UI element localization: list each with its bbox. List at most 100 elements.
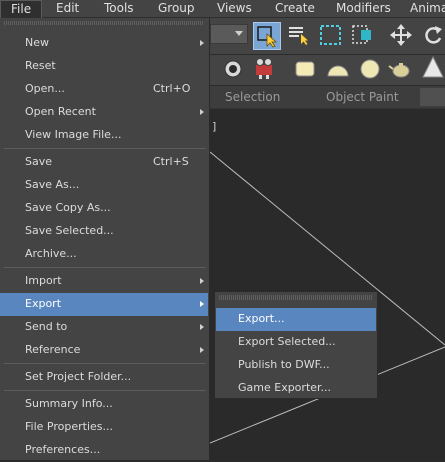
submenu-item-export[interactable]: Export... bbox=[216, 308, 376, 331]
shortcut-label: Ctrl+S bbox=[153, 155, 189, 168]
menu-tearoff-grip[interactable] bbox=[4, 21, 204, 25]
rectangular-selection-button[interactable] bbox=[318, 22, 346, 50]
menu-item-label: Archive... bbox=[25, 247, 77, 260]
material-slot-4[interactable] bbox=[388, 57, 414, 81]
material-slot-1[interactable] bbox=[292, 57, 318, 81]
menu-item-summary-info[interactable]: Summary Info... bbox=[0, 393, 208, 416]
menu-item-label: Save Selected... bbox=[25, 224, 114, 237]
menu-tools[interactable]: Tools bbox=[104, 0, 134, 17]
menu-item-view-image-file[interactable]: View Image File... bbox=[0, 124, 208, 147]
menu-item-label: Save Copy As... bbox=[25, 201, 111, 214]
ribbon-tab-bar: Selection Object Paint bbox=[210, 86, 445, 109]
menu-item-preferences[interactable]: Preferences... bbox=[0, 439, 208, 462]
menu-animation[interactable]: Animat bbox=[410, 0, 445, 17]
menu-item-label: Import bbox=[25, 274, 62, 287]
submenu-item-game-exporter[interactable]: Game Exporter... bbox=[216, 377, 376, 400]
submenu-item-label: Export Selected... bbox=[238, 335, 336, 348]
menu-separator bbox=[4, 390, 206, 391]
submenu-item-export-selected[interactable]: Export Selected... bbox=[216, 331, 376, 354]
menu-item-save-copy-as[interactable]: Save Copy As... bbox=[0, 197, 208, 220]
chevron-right-icon bbox=[200, 301, 204, 307]
menu-item-save-selected[interactable]: Save Selected... bbox=[0, 220, 208, 243]
cone-icon bbox=[422, 55, 444, 78]
menu-item-label: Save bbox=[25, 155, 53, 168]
submenu-item-label: Game Exporter... bbox=[238, 381, 332, 394]
export-submenu: Export... Export Selected... Publish to … bbox=[214, 291, 378, 399]
menu-item-save-as[interactable]: Save As... bbox=[0, 174, 208, 197]
window-crossing-button[interactable] bbox=[350, 22, 378, 50]
select-object-button[interactable] bbox=[253, 22, 281, 50]
menu-item-label: Open Recent bbox=[25, 105, 96, 118]
menu-item-reference[interactable]: Reference bbox=[0, 339, 208, 362]
menu-item-file-properties[interactable]: File Properties... bbox=[0, 416, 208, 439]
viewport[interactable] bbox=[210, 110, 445, 460]
move-button[interactable] bbox=[388, 22, 416, 50]
submenu-item-label: Publish to DWF... bbox=[238, 358, 330, 371]
tab-selection[interactable]: Selection bbox=[225, 90, 280, 104]
file-menu: New Reset Open... Ctrl+O Open Recent Vie… bbox=[0, 18, 210, 460]
chevron-right-icon bbox=[200, 40, 204, 46]
select-by-name-icon bbox=[289, 27, 308, 45]
menu-separator bbox=[4, 267, 206, 268]
tab-object-paint[interactable]: Object Paint bbox=[326, 90, 399, 104]
material-slot-2[interactable] bbox=[325, 57, 351, 81]
sphere-icon bbox=[360, 59, 380, 79]
menu-item-archive[interactable]: Archive... bbox=[0, 243, 208, 266]
render-frame-icon bbox=[256, 58, 272, 79]
menu-item-set-project-folder[interactable]: Set Project Folder... bbox=[0, 366, 208, 389]
render-frame-button[interactable] bbox=[251, 56, 279, 82]
selection-filter-dropdown[interactable] bbox=[210, 24, 248, 44]
menu-item-label: Export bbox=[25, 297, 62, 310]
chevron-down-icon bbox=[235, 31, 243, 36]
menu-item-open[interactable]: Open... Ctrl+O bbox=[0, 78, 208, 101]
menu-item-send-to[interactable]: Send to bbox=[0, 316, 208, 339]
menu-item-new[interactable]: New bbox=[0, 32, 208, 55]
render-setup-button[interactable] bbox=[218, 56, 244, 82]
viewport-grid bbox=[210, 151, 445, 444]
menu-item-export[interactable]: Export bbox=[0, 293, 208, 316]
menu-create[interactable]: Create bbox=[275, 0, 315, 17]
rect-selection-icon bbox=[320, 25, 341, 45]
menu-modifiers[interactable]: Modifiers bbox=[336, 0, 391, 17]
menu-item-label: Save As... bbox=[25, 178, 80, 191]
shortcut-label: Ctrl+O bbox=[153, 82, 191, 95]
material-slot-5[interactable] bbox=[420, 55, 445, 81]
menu-item-label: Set Project Folder... bbox=[25, 370, 132, 383]
menu-item-label: File Properties... bbox=[25, 420, 113, 433]
rotate-button[interactable] bbox=[420, 22, 445, 50]
menu-item-label: Summary Info... bbox=[25, 397, 113, 410]
menu-item-label: Reset bbox=[25, 59, 56, 72]
material-sphere-icon bbox=[295, 61, 315, 77]
menu-item-label: Reference bbox=[25, 343, 81, 356]
chevron-right-icon bbox=[200, 347, 204, 353]
menu-file[interactable]: File bbox=[0, 0, 43, 18]
select-by-name-button[interactable] bbox=[286, 22, 314, 50]
menu-item-label: Send to bbox=[25, 320, 68, 333]
submenu-item-publish-to-dwf[interactable]: Publish to DWF... bbox=[216, 354, 376, 377]
dome-light-icon bbox=[327, 65, 349, 77]
menu-bar: File Edit Tools Group Views Create Modif… bbox=[0, 0, 445, 18]
ribbon-expand-button[interactable] bbox=[420, 88, 445, 106]
submenu-item-label: Export... bbox=[238, 312, 285, 325]
rotate-icon bbox=[425, 26, 442, 44]
menu-item-import[interactable]: Import bbox=[0, 270, 208, 293]
select-arrow-icon bbox=[257, 26, 278, 48]
menu-item-label: New bbox=[25, 36, 49, 49]
teapot-icon bbox=[388, 63, 410, 78]
menu-views[interactable]: Views bbox=[217, 0, 252, 17]
material-slot-3[interactable] bbox=[357, 57, 383, 81]
menu-item-label: View Image File... bbox=[25, 128, 122, 141]
viewport-label[interactable]: ] bbox=[212, 120, 216, 133]
chevron-right-icon bbox=[200, 278, 204, 284]
chevron-right-icon bbox=[200, 109, 204, 115]
menu-item-reset[interactable]: Reset bbox=[0, 55, 208, 78]
menu-group[interactable]: Group bbox=[158, 0, 195, 17]
menu-separator bbox=[4, 148, 206, 149]
menu-item-open-recent[interactable]: Open Recent bbox=[0, 101, 208, 124]
chevron-right-icon bbox=[200, 324, 204, 330]
menu-separator bbox=[4, 363, 206, 364]
menu-item-save[interactable]: Save Ctrl+S bbox=[0, 151, 208, 174]
submenu-tearoff-grip[interactable] bbox=[219, 295, 373, 300]
menu-edit[interactable]: Edit bbox=[56, 0, 79, 17]
menu-item-label: Preferences... bbox=[25, 443, 101, 456]
